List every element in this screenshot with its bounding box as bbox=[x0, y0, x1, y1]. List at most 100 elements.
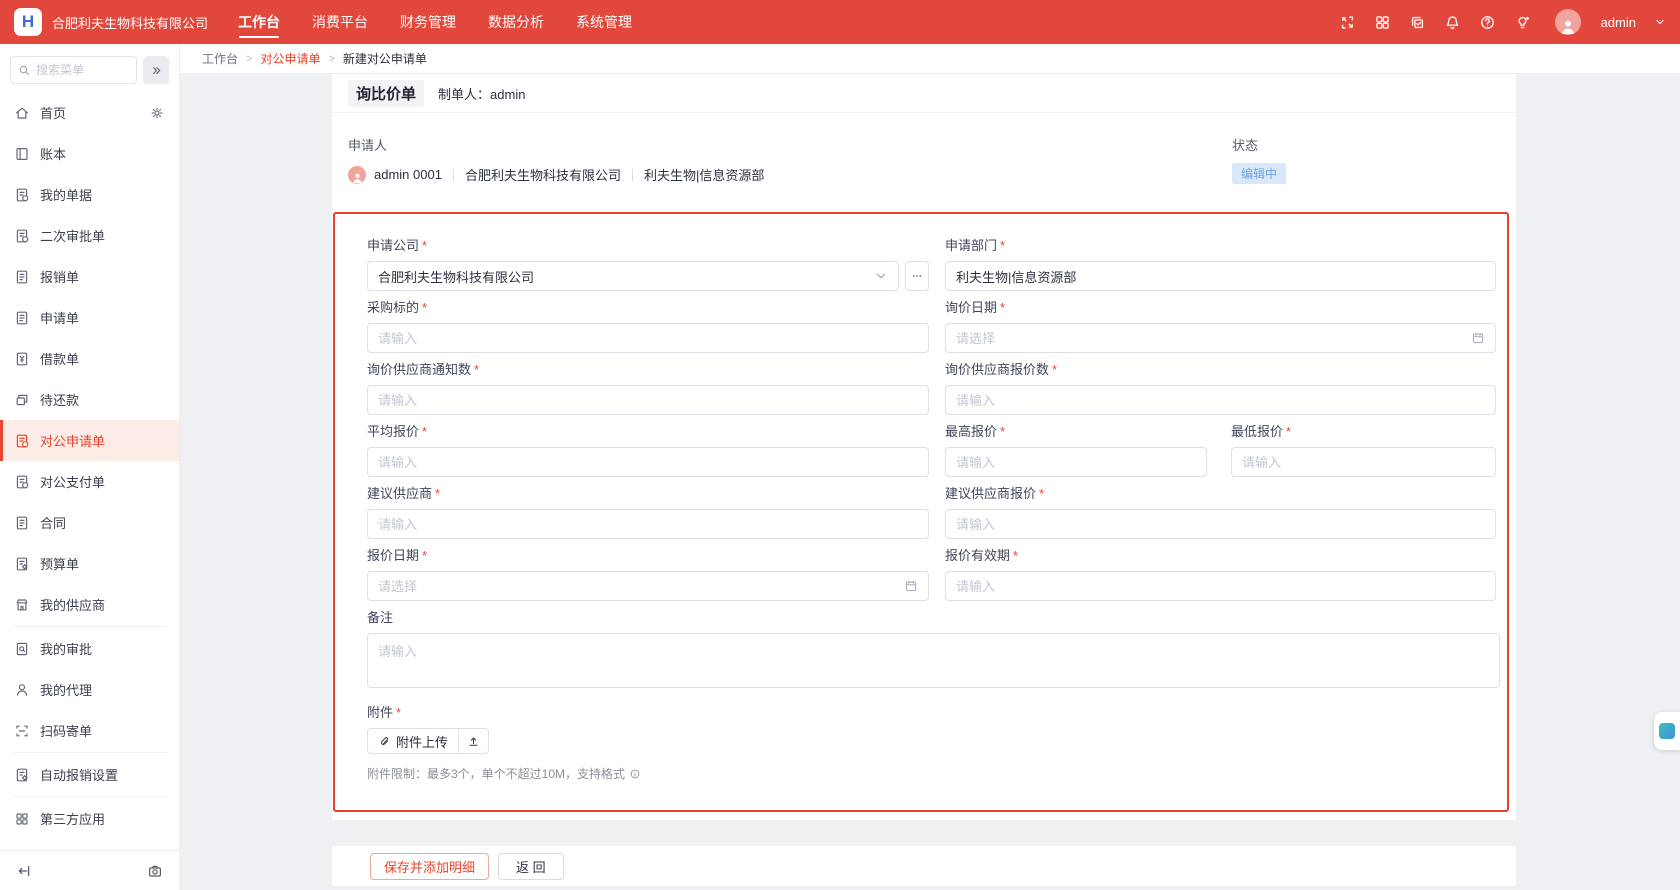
quote-valid-field[interactable] bbox=[945, 571, 1496, 601]
user-menu-chevron-icon[interactable] bbox=[1654, 16, 1666, 28]
remark-label: 备注 bbox=[367, 610, 1496, 625]
fullscreen-icon[interactable] bbox=[1339, 14, 1356, 31]
required-mark: * bbox=[1013, 548, 1018, 563]
upload-icon bbox=[467, 735, 480, 748]
apply-company-select[interactable]: 合肥利夫生物科技有限公司 bbox=[367, 261, 899, 291]
attachment-upload-button[interactable]: 附件上传 bbox=[367, 728, 489, 754]
suggest-supplier-field[interactable] bbox=[367, 509, 929, 539]
menu-search-input[interactable] bbox=[36, 63, 129, 77]
loan-icon bbox=[14, 351, 30, 367]
purchase-target-input[interactable] bbox=[378, 331, 918, 346]
breadcrumb-corporate-application[interactable]: 对公申请单 bbox=[260, 50, 320, 67]
breadcrumb-separator: > bbox=[328, 53, 334, 65]
remark-textarea[interactable] bbox=[367, 633, 1500, 688]
avg-quote-input[interactable] bbox=[378, 455, 918, 470]
status-label: 状态 bbox=[1232, 135, 1286, 154]
supplier-notified-field[interactable] bbox=[367, 385, 929, 415]
nav-workbench[interactable]: 工作台 bbox=[238, 0, 280, 44]
camera-icon[interactable] bbox=[147, 863, 163, 879]
sidebar-item-pending-repayment[interactable]: 待还款 bbox=[0, 379, 179, 420]
purchase-target-field[interactable] bbox=[367, 323, 929, 353]
supplier-notified-input[interactable] bbox=[378, 393, 918, 408]
inquiry-date-input[interactable] bbox=[956, 331, 1465, 346]
sidebar-item-auto-expense-settings[interactable]: 自动报销设置 bbox=[0, 754, 179, 795]
max-quote-field[interactable] bbox=[945, 447, 1207, 477]
sidebar-item-second-approval[interactable]: 二次审批单 bbox=[0, 215, 179, 256]
nav-consumption-platform[interactable]: 消费平台 bbox=[312, 0, 368, 44]
nav-system-management[interactable]: 系统管理 bbox=[576, 0, 632, 44]
my-documents-icon bbox=[14, 187, 30, 203]
sidebar-item-budget[interactable]: 预算单 bbox=[0, 543, 179, 584]
help-icon[interactable] bbox=[1479, 14, 1496, 31]
sidebar-divider bbox=[12, 626, 167, 627]
supplier-quoted-field[interactable] bbox=[945, 385, 1496, 415]
supplier-quoted-input[interactable] bbox=[956, 393, 1485, 408]
ellipsis-icon bbox=[910, 269, 924, 283]
sidebar-item-third-party-apps[interactable]: 第三方应用 bbox=[0, 798, 179, 839]
breadcrumb-workbench[interactable]: 工作台 bbox=[202, 50, 238, 67]
quote-date-input[interactable] bbox=[378, 579, 898, 594]
apps-grid-icon[interactable] bbox=[1374, 14, 1391, 31]
tasks-copy-icon[interactable] bbox=[1409, 14, 1426, 31]
my-suppliers-icon bbox=[14, 597, 30, 613]
auto-expense-settings-icon bbox=[14, 767, 30, 783]
min-quote-input[interactable] bbox=[1242, 455, 1485, 470]
quote-valid-input[interactable] bbox=[956, 579, 1485, 594]
back-button[interactable]: 返 回 bbox=[498, 853, 564, 880]
username[interactable]: admin bbox=[1601, 15, 1636, 30]
sidebar-item-loan[interactable]: 借款单 bbox=[0, 338, 179, 379]
home-settings-gear-icon[interactable] bbox=[149, 105, 165, 121]
sidebar-item-application[interactable]: 申请单 bbox=[0, 297, 179, 338]
sidebar-expand-button[interactable] bbox=[143, 56, 169, 84]
collapse-sidebar-icon[interactable] bbox=[16, 863, 32, 879]
applicant-label: 申请人 bbox=[348, 135, 1500, 154]
sidebar-item-ledger[interactable]: 账本 bbox=[0, 133, 179, 174]
nav-finance-management[interactable]: 财务管理 bbox=[400, 0, 456, 44]
sidebar-item-my-approvals[interactable]: 我的审批 bbox=[0, 628, 179, 669]
apply-dept-input[interactable] bbox=[956, 269, 1485, 284]
divider bbox=[453, 169, 454, 181]
apply-dept-label: 申请部门 bbox=[945, 238, 997, 253]
sidebar-item-corporate-payment[interactable]: 对公支付单 bbox=[0, 461, 179, 502]
apply-company-label: 申请公司 bbox=[367, 238, 419, 253]
sidebar-item-my-documents[interactable]: 我的单据 bbox=[0, 174, 179, 215]
corporate-application-icon bbox=[14, 433, 30, 449]
user-avatar[interactable] bbox=[1555, 9, 1581, 35]
attachment-upload-tray-button[interactable] bbox=[458, 729, 488, 753]
inquiry-date-field[interactable] bbox=[945, 323, 1496, 353]
theme-bulb-icon[interactable] bbox=[1514, 14, 1531, 31]
creator-value: admin bbox=[490, 87, 525, 102]
corporate-payment-icon bbox=[14, 474, 30, 490]
quote-date-field[interactable] bbox=[367, 571, 929, 601]
form-row-1: 申请公司* 合肥利夫生物科技有限公司 申请部门* bbox=[367, 238, 1496, 291]
sidebar-item-expense-report[interactable]: 报销单 bbox=[0, 256, 179, 297]
info-icon[interactable] bbox=[629, 768, 641, 780]
max-quote-input[interactable] bbox=[956, 455, 1196, 470]
sidebar-item-home[interactable]: 首页 bbox=[0, 92, 179, 133]
sidebar-item-contract[interactable]: 合同 bbox=[0, 502, 179, 543]
nav-data-analysis[interactable]: 数据分析 bbox=[488, 0, 544, 44]
required-mark: * bbox=[1000, 424, 1005, 439]
status-block: 状态 编辑中 bbox=[1232, 135, 1286, 184]
save-and-add-detail-button[interactable]: 保存并添加明细 bbox=[370, 853, 489, 880]
apply-company-more-button[interactable] bbox=[905, 261, 929, 291]
menu-search-box[interactable] bbox=[10, 56, 137, 84]
sidebar-item-my-agents[interactable]: 我的代理 bbox=[0, 669, 179, 710]
required-mark: * bbox=[1039, 486, 1044, 501]
min-quote-field[interactable] bbox=[1231, 447, 1496, 477]
ledger-icon bbox=[14, 146, 30, 162]
double-chevron-right-icon bbox=[150, 64, 163, 77]
notifications-bell-icon[interactable] bbox=[1444, 14, 1461, 31]
sidebar-item-scan-send[interactable]: 扫码寄单 bbox=[0, 710, 179, 751]
apply-dept-field[interactable] bbox=[945, 261, 1496, 291]
avg-quote-field[interactable] bbox=[367, 447, 929, 477]
suggest-quote-input[interactable] bbox=[956, 517, 1485, 532]
suggest-supplier-input[interactable] bbox=[378, 517, 918, 532]
app-logo[interactable]: H bbox=[14, 8, 42, 36]
suggest-quote-field[interactable] bbox=[945, 509, 1496, 539]
sidebar-divider bbox=[12, 752, 167, 753]
sidebar-item-my-suppliers[interactable]: 我的供应商 bbox=[0, 584, 179, 625]
browser-extension-widget[interactable] bbox=[1654, 712, 1680, 750]
sidebar-item-corporate-application[interactable]: 对公申请单 bbox=[0, 420, 179, 461]
calendar-icon bbox=[904, 579, 918, 593]
